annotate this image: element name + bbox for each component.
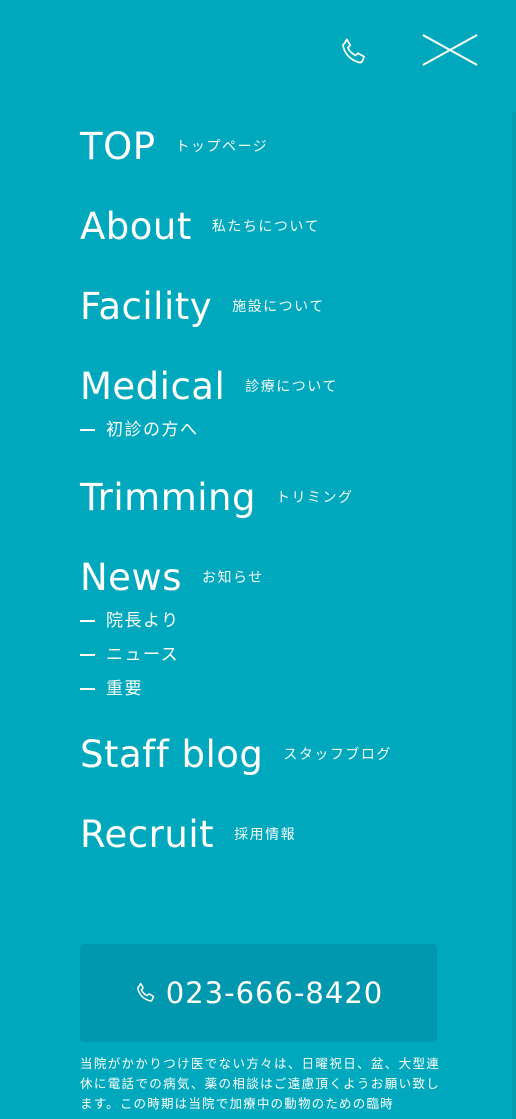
dash-icon: [80, 654, 95, 656]
dash-icon: [80, 429, 95, 431]
nav-sublist-medical: 初診の方へ: [80, 413, 500, 447]
nav-label-en: Recruit: [80, 813, 215, 856]
nav-label-en: Staff blog: [80, 733, 264, 776]
close-menu-button[interactable]: [419, 30, 481, 70]
phone-button[interactable]: [336, 34, 372, 70]
phone-icon: [342, 38, 365, 64]
nav-link-staff-blog[interactable]: Staff blog スタッフブログ: [80, 730, 500, 780]
nav-item-medical: Medical 診療について 初診の方へ: [80, 362, 500, 447]
nav-label-en: Facility: [80, 285, 213, 328]
nav-label-en: News: [80, 556, 182, 599]
nav-label-en: Medical: [80, 365, 226, 408]
nav-link-top[interactable]: TOP トップページ: [80, 122, 500, 172]
nav-label-en: About: [80, 205, 192, 248]
nav-subitem-news[interactable]: ニュース: [80, 638, 500, 672]
nav-item-recruit: Recruit 採用情報: [80, 810, 500, 860]
nav-item-staff-blog: Staff blog スタッフブログ: [80, 730, 500, 780]
nav-subitem-director[interactable]: 院長より: [80, 604, 500, 638]
dash-icon: [80, 620, 95, 622]
global-nav-menu: TOP トップページ About 私たちについて Facility 施設について…: [80, 122, 500, 860]
nav-label-ja: 採用情報: [234, 827, 297, 843]
nav-label-ja: スタッフブログ: [283, 747, 392, 763]
nav-link-medical[interactable]: Medical 診療について: [80, 362, 500, 412]
tel-call-button[interactable]: 023-666-8420: [80, 944, 437, 1042]
nav-link-facility[interactable]: Facility 施設について: [80, 282, 500, 332]
nav-subitem-important[interactable]: 重要: [80, 672, 500, 706]
nav-label-ja: 私たちについて: [211, 219, 320, 235]
nav-subitem-first-visit[interactable]: 初診の方へ: [80, 413, 500, 447]
nav-item-trimming: Trimming トリミング: [80, 473, 500, 523]
nav-subitem-label: 院長より: [106, 611, 180, 631]
nav-item-top: TOP トップページ: [80, 122, 500, 172]
holiday-notice: 当院がかかりつけ医でない方々は、日曜祝日、盆、大型連休に電話での病気、薬の相談は…: [80, 1056, 440, 1111]
nav-subitem-label: 重要: [106, 679, 143, 699]
tel-number: 023-666-8420: [165, 976, 384, 1010]
nav-label-ja: お知らせ: [201, 570, 264, 586]
nav-link-recruit[interactable]: Recruit 採用情報: [80, 810, 500, 860]
phone-icon: [136, 982, 155, 1002]
menu-header: [0, 0, 516, 100]
nav-sublist-news: 院長より ニュース 重要: [80, 604, 500, 706]
nav-link-about[interactable]: About 私たちについて: [80, 202, 500, 252]
nav-link-trimming[interactable]: Trimming トリミング: [80, 473, 500, 523]
nav-item-about: About 私たちについて: [80, 202, 500, 252]
nav-subitem-label: ニュース: [106, 645, 180, 665]
nav-label-ja: 施設について: [232, 299, 325, 315]
nav-item-news: News お知らせ 院長より ニュース 重要: [80, 553, 500, 706]
scrollbar-track[interactable]: [512, 112, 516, 1119]
nav-label-ja: 診療について: [245, 379, 338, 395]
nav-subitem-label: 初診の方へ: [106, 420, 199, 440]
nav-item-facility: Facility 施設について: [80, 282, 500, 332]
nav-label-ja: トップページ: [175, 139, 269, 155]
nav-label-en: TOP: [80, 125, 156, 168]
nav-link-news[interactable]: News お知らせ: [80, 553, 500, 603]
nav-label-ja: トリミング: [275, 490, 354, 506]
dash-icon: [80, 688, 95, 690]
nav-label-en: Trimming: [80, 476, 256, 519]
